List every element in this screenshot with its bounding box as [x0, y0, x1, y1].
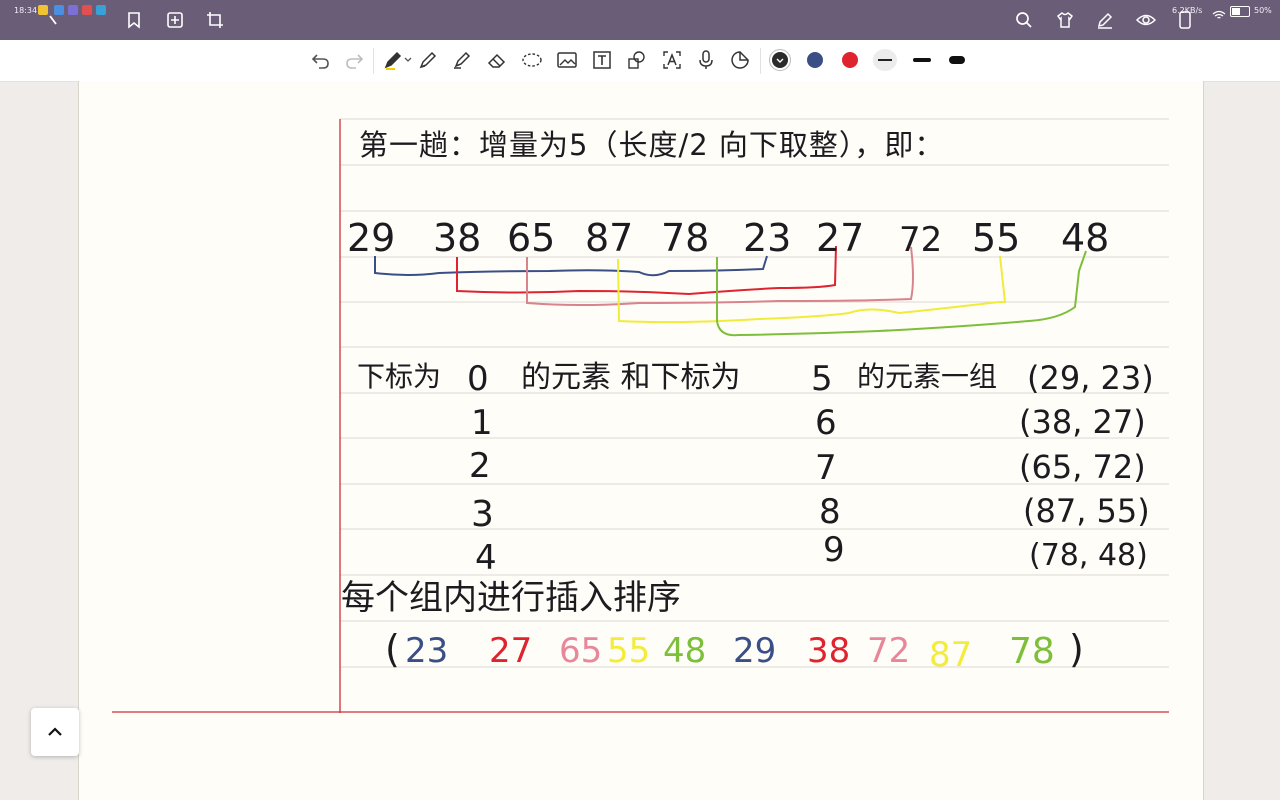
shape-icon[interactable] [623, 47, 651, 73]
title-bar: 18:34 6.2KB/s 50% [0, 0, 1280, 40]
eye-icon[interactable] [1134, 8, 1158, 32]
array-item: 23 [743, 216, 792, 260]
pair-value: (38, 27) [1019, 403, 1146, 441]
index-a: 0 [467, 359, 489, 399]
lasso-icon[interactable] [518, 47, 546, 73]
wifi-icon [1212, 5, 1226, 19]
array-item: 48 [1061, 216, 1110, 260]
ocr-text-icon[interactable] [658, 47, 686, 73]
stroke-width-thick[interactable] [949, 56, 965, 64]
drawing-toolbar [0, 40, 1280, 82]
result-open-paren: ( [385, 627, 400, 671]
array-item: 29 [347, 216, 396, 260]
result-item: 38 [807, 631, 851, 671]
index-b: 6 [815, 403, 837, 443]
toolbar-divider [373, 48, 374, 74]
phone-icon[interactable] [1173, 8, 1197, 32]
group-bracket-green [716, 250, 1087, 337]
index-a: 2 [469, 446, 491, 486]
battery-icon [1230, 6, 1250, 17]
add-page-icon[interactable] [163, 8, 187, 32]
note-heading: 第一趟：增量为5（长度/2 向下取整），即： [359, 128, 945, 162]
pen-edit-icon[interactable] [1093, 8, 1117, 32]
array-item: 27 [816, 216, 865, 260]
row-label-suffix: 的元素一组 [857, 360, 998, 393]
array-item: 65 [507, 216, 556, 260]
scroll-to-top-button[interactable] [31, 708, 79, 756]
undo-icon[interactable] [307, 47, 335, 73]
shirt-icon[interactable] [1053, 8, 1077, 32]
search-icon[interactable] [1012, 8, 1036, 32]
color-swatch-black[interactable] [772, 52, 788, 68]
note-page[interactable]: 第一趟：增量为5（长度/2 向下取整），即： 29 38 65 87 78 23… [78, 81, 1204, 800]
index-a: 1 [471, 403, 493, 443]
pair-value: (78, 48) [1029, 538, 1148, 573]
row-label-mid: 的元素 和下标为 [521, 360, 741, 395]
sort-heading: 每个组内进行插入排序 [341, 578, 681, 618]
color-swatch-navy[interactable] [807, 52, 823, 68]
index-b: 7 [815, 448, 837, 488]
pair-value: (65, 72) [1019, 448, 1146, 486]
result-item: 87 [929, 635, 973, 675]
back-arrow-icon[interactable] [40, 8, 64, 32]
result-item: 48 [663, 631, 707, 671]
result-item: 65 [559, 631, 603, 671]
chevron-up-icon [48, 727, 62, 736]
index-a: 4 [475, 538, 497, 578]
pair-value: (29, 23) [1027, 359, 1154, 397]
stroke-width-medium[interactable] [913, 58, 931, 62]
array-item: 55 [972, 216, 1021, 260]
array-item: 78 [661, 216, 710, 260]
color-swatch-red[interactable] [842, 52, 858, 68]
battery-percent: 50% [1254, 6, 1272, 15]
eraser-icon[interactable] [483, 47, 511, 73]
array-item: 38 [433, 216, 482, 260]
index-b: 9 [823, 530, 845, 570]
microphone-icon[interactable] [692, 47, 720, 73]
text-box-icon[interactable] [588, 47, 616, 73]
result-item: 27 [489, 631, 533, 671]
stroke-width-thin[interactable] [873, 49, 897, 71]
index-b: 5 [811, 359, 833, 399]
result-item: 55 [607, 631, 651, 671]
sticker-icon[interactable] [726, 47, 754, 73]
redo-icon[interactable] [340, 47, 368, 73]
array-item: 87 [585, 216, 634, 260]
result-item: 78 [1009, 631, 1055, 672]
array-item: 72 [899, 220, 943, 260]
fountain-pen-icon[interactable] [414, 47, 442, 73]
pen-icon[interactable] [381, 47, 415, 73]
bookmark-icon[interactable] [122, 8, 146, 32]
image-icon[interactable] [553, 47, 581, 73]
highlighter-icon[interactable] [448, 47, 476, 73]
result-item: 72 [867, 631, 911, 671]
status-time: 18:34 [14, 6, 38, 15]
row-label-prefix: 下标为 [357, 360, 442, 393]
index-a: 3 [471, 494, 494, 535]
index-b: 8 [819, 492, 841, 532]
pair-value: (87, 55) [1023, 492, 1150, 530]
result-close-paren: ) [1069, 627, 1084, 671]
crop-icon[interactable] [203, 8, 227, 32]
result-item: 29 [733, 631, 777, 671]
group-bracket-yellow [617, 255, 1007, 324]
result-item: 23 [405, 631, 449, 671]
toolbar-divider [760, 48, 761, 74]
